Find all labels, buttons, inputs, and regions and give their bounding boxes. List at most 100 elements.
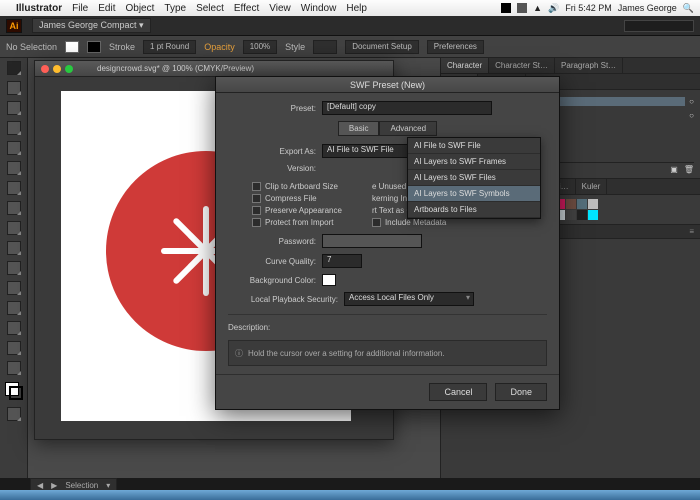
document-title: designcrowd.svg* @ 100% (CMYK/Preview): [97, 64, 254, 73]
done-button[interactable]: Done: [495, 383, 547, 401]
menu-select[interactable]: Select: [196, 3, 224, 14]
swatch[interactable]: [566, 210, 576, 220]
panel-menu-icon[interactable]: ≡: [689, 227, 694, 236]
swatch[interactable]: [588, 210, 598, 220]
swatch[interactable]: [577, 210, 587, 220]
local-playback-label: Local Playback Security:: [228, 295, 338, 304]
swatch[interactable]: [588, 199, 598, 209]
fill-stroke-control[interactable]: [5, 382, 23, 400]
export-option[interactable]: AI Layers to SWF Frames: [408, 154, 540, 170]
cancel-button[interactable]: Cancel: [429, 383, 487, 401]
background-color-label: Background Color:: [228, 276, 316, 285]
clock[interactable]: Fri 5:42 PM: [565, 3, 612, 13]
tab-kuler[interactable]: Kuler: [576, 179, 608, 194]
export-option[interactable]: AI File to SWF File: [408, 138, 540, 154]
scale-tool[interactable]: [7, 321, 21, 335]
type-tool[interactable]: [7, 161, 21, 175]
volume-icon[interactable]: 🔊: [548, 3, 559, 14]
new-layer-icon[interactable]: ▣: [670, 165, 678, 174]
pen-tool[interactable]: [7, 141, 21, 155]
export-as-label: Export As:: [228, 147, 316, 156]
delete-layer-icon[interactable]: 🗑: [684, 165, 694, 174]
macos-dock[interactable]: [0, 490, 700, 500]
swatch[interactable]: [566, 199, 576, 209]
menu-edit[interactable]: Edit: [98, 3, 115, 14]
tab-character-styles[interactable]: Character St…: [489, 58, 555, 73]
workspace-switcher[interactable]: James George Compact ▾: [32, 18, 151, 33]
user-name[interactable]: James George: [618, 3, 677, 13]
character-panel-tabs: Character Character St… Paragraph St…: [441, 58, 700, 74]
tab-advanced[interactable]: Advanced: [379, 121, 437, 136]
export-option[interactable]: Artboards to Files: [408, 202, 540, 218]
macos-menubar: Illustrator File Edit Object Type Select…: [0, 0, 700, 16]
selection-tool[interactable]: [7, 61, 21, 75]
graphic-style-dropdown[interactable]: [313, 40, 337, 54]
local-playback-dropdown[interactable]: Access Local Files Only: [344, 292, 474, 306]
preferences-button[interactable]: Preferences: [427, 40, 484, 54]
minimize-window-icon[interactable]: [53, 65, 61, 73]
free-transform-tool[interactable]: [7, 361, 21, 375]
menu-type[interactable]: Type: [164, 3, 186, 14]
opacity-label[interactable]: Opacity: [204, 42, 235, 52]
width-tool[interactable]: [7, 341, 21, 355]
layer-target-icon[interactable]: ○: [689, 111, 694, 120]
toolbox: [0, 58, 28, 478]
eraser-tool[interactable]: [7, 281, 21, 295]
app-title-bar: Ai James George Compact ▾: [0, 16, 700, 36]
close-window-icon[interactable]: [41, 65, 49, 73]
stroke-swatch[interactable]: [87, 41, 101, 53]
wifi-icon[interactable]: ▲: [533, 3, 542, 13]
ai-logo-icon: Ai: [6, 19, 22, 33]
pencil-tool[interactable]: [7, 241, 21, 255]
document-setup-button[interactable]: Document Setup: [345, 40, 419, 54]
checkbox[interactable]: [252, 206, 261, 215]
version-label: Version:: [228, 164, 316, 173]
menu-file[interactable]: File: [72, 3, 88, 14]
help-search-input[interactable]: [624, 20, 694, 32]
blob-brush-tool[interactable]: [7, 261, 21, 275]
screen-mode-tool[interactable]: [7, 407, 21, 421]
menu-object[interactable]: Object: [125, 3, 154, 14]
export-option[interactable]: AI Layers to SWF Symbols: [408, 186, 540, 202]
window-traffic-lights[interactable]: [41, 65, 73, 73]
checkbox[interactable]: [252, 194, 261, 203]
tab-paragraph-styles[interactable]: Paragraph St…: [555, 58, 623, 73]
menu-window[interactable]: Window: [301, 3, 337, 14]
magic-wand-tool[interactable]: [7, 101, 21, 115]
fill-swatch[interactable]: [65, 41, 79, 53]
stroke-weight-input[interactable]: 1 pt Round: [143, 40, 196, 54]
curve-quality-label: Curve Quality:: [228, 257, 316, 266]
status-tool: Selection: [65, 481, 98, 490]
cc-icon[interactable]: [501, 3, 511, 13]
export-option[interactable]: AI Layers to SWF Files: [408, 170, 540, 186]
spotlight-icon[interactable]: 🔍: [683, 3, 694, 14]
tab-character[interactable]: Character: [441, 58, 489, 73]
password-input: [322, 234, 422, 248]
control-strip: No Selection Stroke 1 pt Round Opacity 1…: [0, 36, 700, 58]
rotate-tool[interactable]: [7, 301, 21, 315]
background-color-swatch[interactable]: [322, 274, 336, 286]
zoom-window-icon[interactable]: [65, 65, 73, 73]
menubar-extra-icon[interactable]: [517, 3, 527, 13]
checkbox[interactable]: [252, 218, 261, 227]
preset-input[interactable]: [Default] copy: [322, 101, 492, 115]
line-tool[interactable]: [7, 181, 21, 195]
swf-export-dialog: SWF Preset (New) Preset: [Default] copy …: [215, 76, 560, 410]
swatch[interactable]: [577, 199, 587, 209]
document-titlebar[interactable]: designcrowd.svg* @ 100% (CMYK/Preview): [35, 61, 393, 77]
opacity-input[interactable]: 100%: [243, 40, 277, 54]
lasso-tool[interactable]: [7, 121, 21, 135]
direct-selection-tool[interactable]: [7, 81, 21, 95]
checkbox[interactable]: [372, 218, 381, 227]
tab-basic[interactable]: Basic: [338, 121, 380, 136]
menu-effect[interactable]: Effect: [234, 3, 259, 14]
menu-view[interactable]: View: [269, 3, 291, 14]
checkbox[interactable]: [252, 182, 261, 191]
password-label: Password:: [228, 237, 316, 246]
layer-target-icon[interactable]: ○: [689, 97, 694, 106]
app-menu[interactable]: Illustrator: [16, 3, 62, 14]
paintbrush-tool[interactable]: [7, 221, 21, 235]
curve-quality-input[interactable]: 7: [322, 254, 362, 268]
menu-help[interactable]: Help: [346, 3, 367, 14]
rectangle-tool[interactable]: [7, 201, 21, 215]
